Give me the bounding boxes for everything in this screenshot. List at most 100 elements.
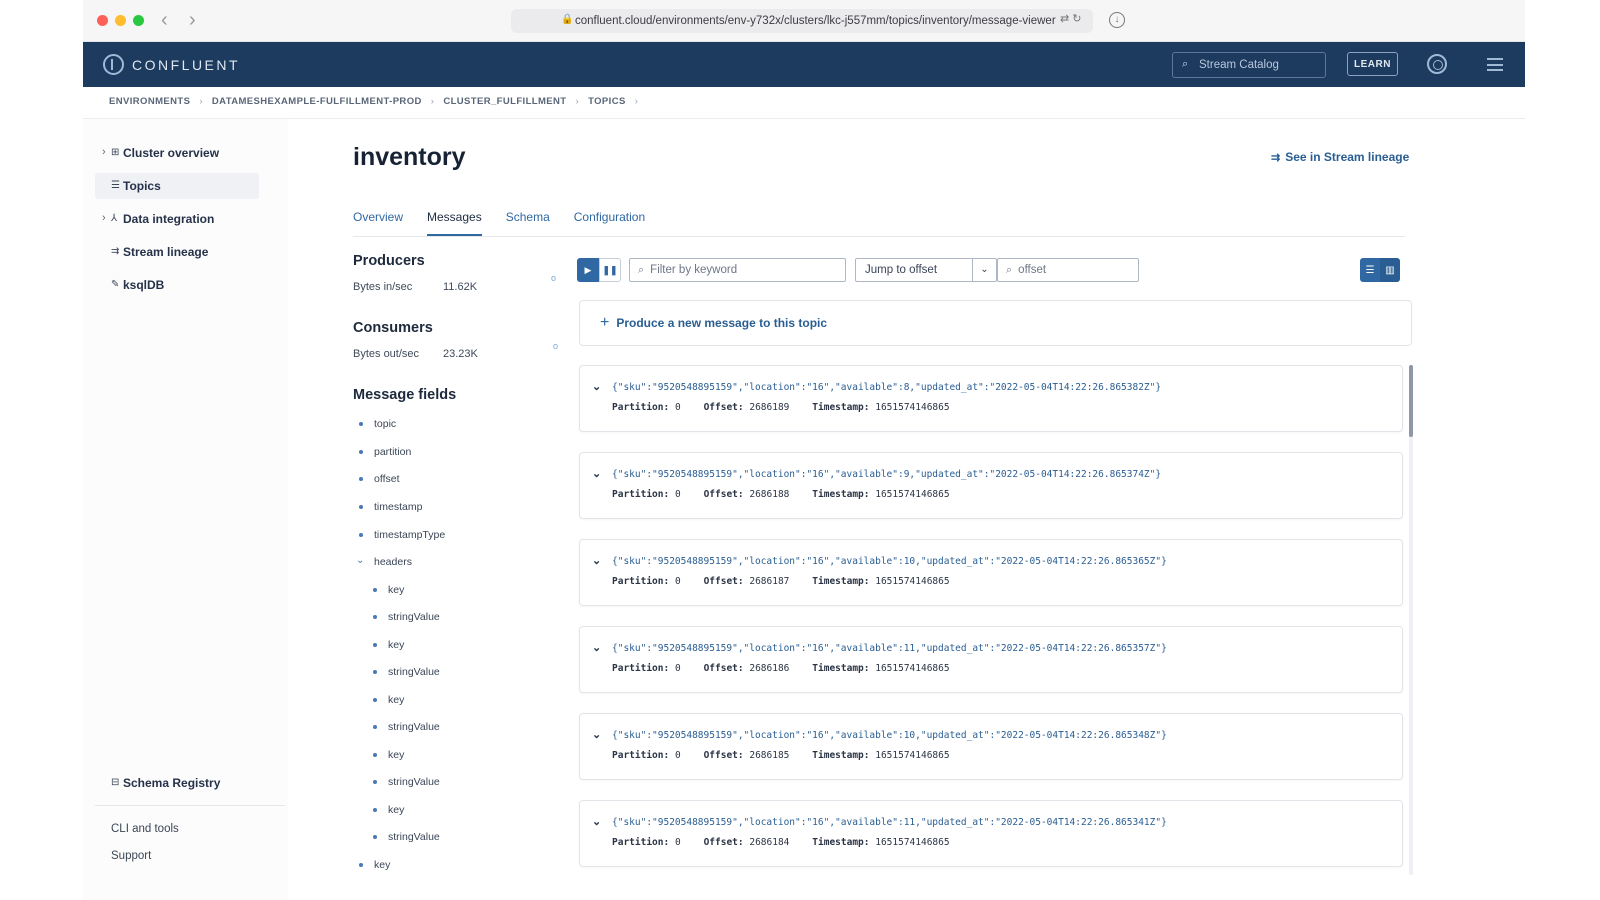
bullet-icon (373, 808, 377, 812)
pause-button[interactable]: ❚❚ (599, 258, 621, 282)
jump-to-offset-select[interactable]: Jump to offset ⌄ (855, 258, 997, 282)
confluent-logo[interactable]: CONFLUENT (103, 54, 240, 75)
list-view-button[interactable]: ☰ (1360, 258, 1380, 282)
field-label: key (388, 804, 405, 816)
message-card[interactable]: ⌄ {"sku":"9520548895159","location":"16"… (579, 365, 1403, 432)
sidebar-item-data-integration[interactable]: › ⅄ Data integration (95, 206, 259, 232)
stream-catalog-search[interactable]: ⌕ Stream Catalog (1172, 52, 1326, 78)
timestamp-label: Timestamp: (812, 489, 870, 500)
sidebar-item-cluster-overview[interactable]: › ⊞ Cluster overview (95, 140, 259, 166)
jump-select-label: Jump to offset (865, 264, 938, 276)
field-header-child[interactable]: stringValue (373, 831, 440, 843)
breadcrumb-topics[interactable]: TOPICS (588, 96, 626, 107)
field-header-child[interactable]: key (373, 749, 404, 761)
message-json: {"sku":"9520548895159","location":"16","… (612, 817, 1167, 828)
consumers-stat: Bytes out/sec 23.23K (353, 348, 478, 360)
timestamp-label: Timestamp: (812, 837, 870, 848)
field-header-child[interactable]: key (373, 694, 404, 706)
message-card[interactable]: ⌄ {"sku":"9520548895159","location":"16"… (579, 800, 1403, 867)
field-label: offset (374, 473, 400, 485)
sidebar-item-schema-registry[interactable]: ⊟ Schema Registry (95, 770, 259, 796)
message-meta: Partition: 0 Offset: 2686184 Timestamp: … (612, 837, 950, 848)
lineage-icon: ⇉ (1271, 151, 1281, 164)
tab-schema[interactable]: Schema (506, 210, 550, 236)
produce-message-label: Produce a new message to this topic (616, 316, 828, 330)
offset-label: Offset: (703, 837, 744, 848)
field-timestamptype[interactable]: timestampType (359, 529, 445, 541)
field-label: key (388, 584, 405, 596)
chevron-down-icon[interactable]: ⌄ (592, 380, 601, 393)
topic-tabs: Overview Messages Schema Configuration (353, 210, 669, 236)
offset-value: 2686189 (749, 402, 790, 413)
produce-message-button[interactable]: + Produce a new message to this topic (579, 300, 1412, 346)
sidebar-item-ksqldb[interactable]: ✎ ksqlDB (95, 272, 259, 298)
browser-chrome: ‹ › 🔒 confluent.cloud/environments/env-y… (83, 0, 1525, 42)
help-icon[interactable] (1427, 54, 1447, 74)
field-headers[interactable]: ⌄ headers (356, 555, 412, 568)
field-header-child[interactable]: key (373, 804, 405, 816)
cli-and-tools-link[interactable]: CLI and tools (111, 823, 179, 835)
forward-arrow-icon[interactable]: › (189, 9, 196, 32)
schema-registry-icon: ⊟ (111, 777, 120, 788)
minimize-window-button[interactable] (115, 15, 126, 26)
tab-overview[interactable]: Overview (353, 210, 403, 236)
timestamp-label: Timestamp: (812, 750, 870, 761)
breadcrumb-environments[interactable]: ENVIRONMENTS (109, 96, 190, 107)
chevron-down-icon[interactable]: ⌄ (592, 467, 601, 480)
download-icon[interactable]: ↓ (1109, 12, 1125, 28)
field-offset[interactable]: offset (359, 473, 400, 485)
field-label: stringValue (388, 831, 440, 843)
support-link[interactable]: Support (111, 850, 151, 862)
chevron-down-icon[interactable]: ⌄ (356, 555, 364, 566)
field-topic[interactable]: topic (359, 418, 396, 430)
message-card[interactable]: ⌄ {"sku":"9520548895159","location":"16"… (579, 452, 1403, 519)
field-header-child[interactable]: stringValue (373, 721, 440, 733)
field-header-child[interactable]: stringValue (373, 611, 440, 623)
field-timestamp[interactable]: timestamp (359, 501, 422, 513)
see-in-stream-lineage-link[interactable]: ⇉ See in Stream lineage (1271, 150, 1409, 164)
sidebar-divider (95, 805, 285, 806)
offset-input[interactable]: ⌕ offset (997, 258, 1139, 282)
menu-icon[interactable] (1487, 58, 1503, 71)
message-meta: Partition: 0 Offset: 2686189 Timestamp: … (612, 402, 950, 413)
address-bar[interactable]: 🔒 confluent.cloud/environments/env-y732x… (511, 9, 1093, 33)
field-header-child[interactable]: stringValue (373, 666, 440, 678)
message-card[interactable]: ⌄ {"sku":"9520548895159","location":"16"… (579, 713, 1403, 780)
offset-label: Offset: (703, 750, 744, 761)
chevron-right-icon: › (575, 96, 580, 107)
field-header-child[interactable]: key (373, 639, 405, 651)
chevron-down-icon[interactable]: ⌄ (592, 815, 601, 828)
close-window-button[interactable] (97, 15, 108, 26)
stream-catalog-placeholder: Stream Catalog (1199, 59, 1279, 71)
chevron-down-icon[interactable]: ⌄ (592, 554, 601, 567)
breadcrumb-environment[interactable]: DATAMESHEXAMPLE-FULFILLMENT-PROD (212, 96, 422, 107)
message-list-scrollbar[interactable] (1409, 365, 1413, 875)
offset-label: Offset: (703, 489, 744, 500)
play-button[interactable]: ▶ (577, 258, 599, 282)
message-card[interactable]: ⌄ {"sku":"9520548895159","location":"16"… (579, 626, 1403, 693)
tab-configuration[interactable]: Configuration (574, 210, 645, 236)
field-header-child[interactable]: stringValue (373, 776, 440, 788)
chevron-down-icon[interactable]: ⌄ (592, 641, 601, 654)
tab-messages[interactable]: Messages (427, 210, 482, 236)
field-key[interactable]: key (359, 859, 390, 871)
breadcrumb-cluster[interactable]: CLUSTER_FULFILLMENT (443, 96, 566, 107)
sidebar-item-stream-lineage[interactable]: ⇉ Stream lineage (95, 239, 259, 265)
sidebar-item-topics[interactable]: ☰ Topics (95, 173, 259, 199)
maximize-window-button[interactable] (133, 15, 144, 26)
card-view-button[interactable]: ▥ (1380, 258, 1400, 282)
translate-reload-icon[interactable]: ⇄ ↻ (1060, 12, 1082, 25)
filter-keyword-input[interactable]: ⌕ Filter by keyword (629, 258, 846, 282)
field-partition[interactable]: partition (359, 446, 411, 458)
message-json: {"sku":"9520548895159","location":"16","… (612, 643, 1167, 654)
field-label: headers (374, 556, 412, 568)
field-header-child[interactable]: key (373, 584, 405, 596)
learn-button[interactable]: LEARN (1347, 52, 1398, 76)
message-card[interactable]: ⌄ {"sku":"9520548895159","location":"16"… (579, 539, 1403, 606)
chevron-down-icon[interactable]: ⌄ (592, 728, 601, 741)
bullet-icon (359, 505, 363, 509)
field-label: key (388, 639, 405, 651)
consumers-heading: Consumers (353, 320, 433, 336)
scrollbar-thumb[interactable] (1409, 365, 1413, 437)
back-arrow-icon[interactable]: ‹ (161, 9, 168, 32)
